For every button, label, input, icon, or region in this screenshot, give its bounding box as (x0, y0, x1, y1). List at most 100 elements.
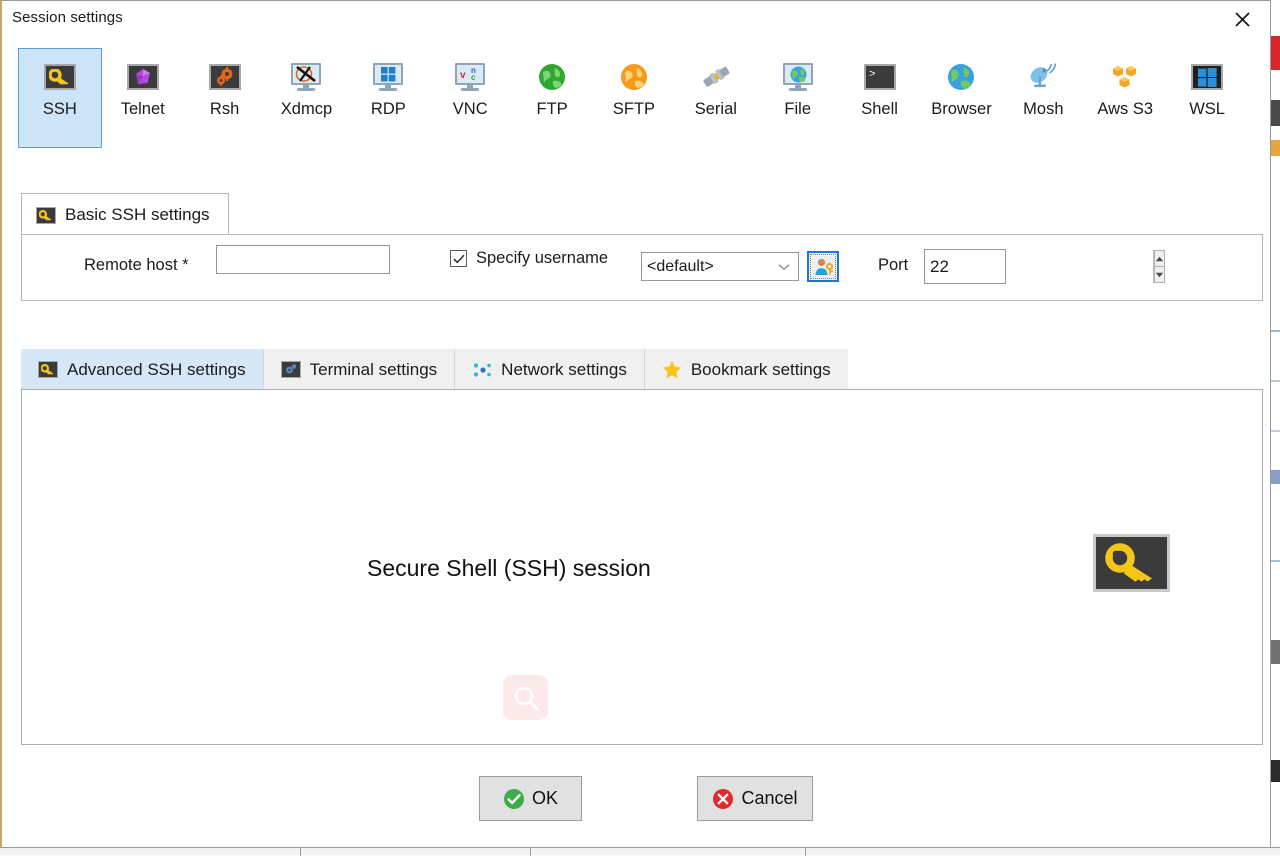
aws-cubes-icon (1107, 62, 1143, 92)
background-strip (1271, 36, 1280, 70)
subtab-label: Bookmark settings (691, 360, 831, 380)
protocol-label: Aws S3 (1097, 101, 1153, 118)
caret-down-icon (1155, 272, 1164, 278)
protocol-item-rdp[interactable]: RDP (347, 48, 429, 148)
protocol-item-serial[interactable]: Serial (675, 48, 757, 148)
windows-logo-icon (1189, 62, 1225, 92)
close-button[interactable] (1222, 4, 1262, 34)
key-icon (38, 361, 58, 378)
x-monitor-icon (288, 62, 324, 92)
specify-username-label: Specify username (476, 249, 608, 268)
purple-cube-icon (125, 62, 161, 92)
protocol-item-telnet[interactable]: Telnet (102, 48, 184, 148)
ok-button[interactable]: OK (479, 776, 582, 821)
protocol-toolbar: SSH Telnet (18, 48, 1248, 152)
protocol-label: FTP (537, 101, 568, 118)
search-icon (503, 675, 548, 720)
protocol-item-file[interactable]: File (757, 48, 839, 148)
svg-text:v: v (460, 70, 466, 81)
protocol-label: Shell (861, 101, 898, 118)
port-spinner (1153, 250, 1165, 283)
port-spinner-down[interactable] (1154, 267, 1165, 283)
subtab-network-settings[interactable]: Network settings (455, 349, 645, 390)
window-title: Session settings (12, 9, 123, 26)
protocol-item-ssh[interactable]: SSH (18, 48, 102, 148)
key-icon (42, 62, 78, 92)
check-icon (453, 254, 465, 264)
subtab-terminal-settings[interactable]: Terminal settings (264, 349, 456, 390)
username-select[interactable]: <default> (641, 252, 799, 281)
cancel-button-label: Cancel (741, 788, 797, 809)
background-strip (1271, 140, 1280, 156)
protocol-label: Telnet (121, 101, 165, 118)
windows-monitor-icon (370, 62, 406, 92)
plug-connector-icon (698, 62, 734, 92)
protocol-item-xdmcp[interactable]: Xdmcp (266, 48, 348, 148)
background-strip (1271, 100, 1280, 126)
background-strip (1271, 330, 1280, 332)
network-nodes-icon (472, 361, 492, 379)
orange-globe-icon (616, 62, 652, 92)
svg-text:>: > (869, 69, 876, 80)
terminal-gear-icon (281, 361, 301, 378)
background-strip (1271, 380, 1280, 382)
protocol-item-aws-s3[interactable]: Aws S3 (1084, 48, 1166, 148)
green-globe-icon (534, 62, 570, 92)
protocol-item-vnc[interactable]: v n c VNC (429, 48, 511, 148)
background-strip (1271, 560, 1280, 562)
star-icon (662, 360, 682, 379)
background-window-bottom-edge (0, 847, 1280, 855)
close-icon (1234, 11, 1251, 28)
subtab-label: Advanced SSH settings (67, 360, 246, 380)
subtab-advanced-ssh-settings[interactable]: Advanced SSH settings (21, 349, 264, 390)
protocol-label: Rsh (210, 101, 239, 118)
protocol-item-sftp[interactable]: SFTP (593, 48, 675, 148)
protocol-item-wsl[interactable]: WSL (1166, 48, 1248, 148)
x-circle-icon (712, 788, 734, 810)
subtab-label: Network settings (501, 360, 627, 380)
key-icon (36, 205, 56, 225)
subtab-label: Terminal settings (310, 360, 438, 380)
background-strip (1271, 470, 1280, 484)
port-spinner-up[interactable] (1154, 250, 1165, 267)
chevron-down-icon (778, 263, 798, 271)
protocol-label: SFTP (613, 101, 655, 118)
protocol-item-shell[interactable]: > Shell (839, 48, 921, 148)
specify-username-checkbox[interactable] (450, 250, 467, 267)
satellite-dish-icon (1025, 62, 1061, 92)
key-icon (1093, 534, 1170, 592)
port-field (924, 249, 1006, 284)
protocol-label: Mosh (1023, 101, 1063, 118)
protocol-item-rsh[interactable]: Rsh (184, 48, 266, 148)
ok-button-label: OK (532, 788, 558, 809)
cancel-button[interactable]: Cancel (697, 776, 813, 821)
focus-outline (810, 254, 836, 279)
session-description: Secure Shell (SSH) session (367, 555, 651, 582)
svg-text:c: c (471, 73, 476, 82)
caret-up-icon (1155, 256, 1164, 262)
protocol-item-browser[interactable]: Browser (921, 48, 1003, 148)
basic-settings-group: Basic SSH settings Remote host * Specify… (21, 193, 1263, 301)
settings-subtabs: Advanced SSH settings Terminal settings (21, 349, 848, 390)
protocol-label: RDP (371, 101, 406, 118)
background-strip (1271, 430, 1280, 432)
subtab-bookmark-settings[interactable]: Bookmark settings (645, 349, 848, 390)
globe-monitor-icon (780, 62, 816, 92)
username-select-value: <default> (642, 258, 778, 276)
protocol-label: VNC (453, 101, 488, 118)
protocol-label: Xdmcp (281, 101, 332, 118)
protocol-label: Serial (695, 101, 737, 118)
user-key-button[interactable] (807, 251, 839, 282)
protocol-label: SSH (43, 101, 77, 118)
protocol-item-mosh[interactable]: Mosh (1002, 48, 1084, 148)
port-label: Port (878, 256, 908, 275)
dialog-footer: OK Cancel (2, 776, 1273, 824)
basic-ssh-settings-tab-label: Basic SSH settings (65, 205, 210, 225)
session-settings-dialog: Session settings SSH (0, 0, 1271, 848)
remote-host-input[interactable] (216, 245, 390, 274)
vnc-monitor-icon: v n c (452, 62, 488, 92)
protocol-label: File (784, 101, 811, 118)
protocol-item-ftp[interactable]: FTP (511, 48, 593, 148)
port-input[interactable] (925, 250, 1153, 283)
basic-ssh-settings-tab[interactable]: Basic SSH settings (21, 193, 229, 235)
